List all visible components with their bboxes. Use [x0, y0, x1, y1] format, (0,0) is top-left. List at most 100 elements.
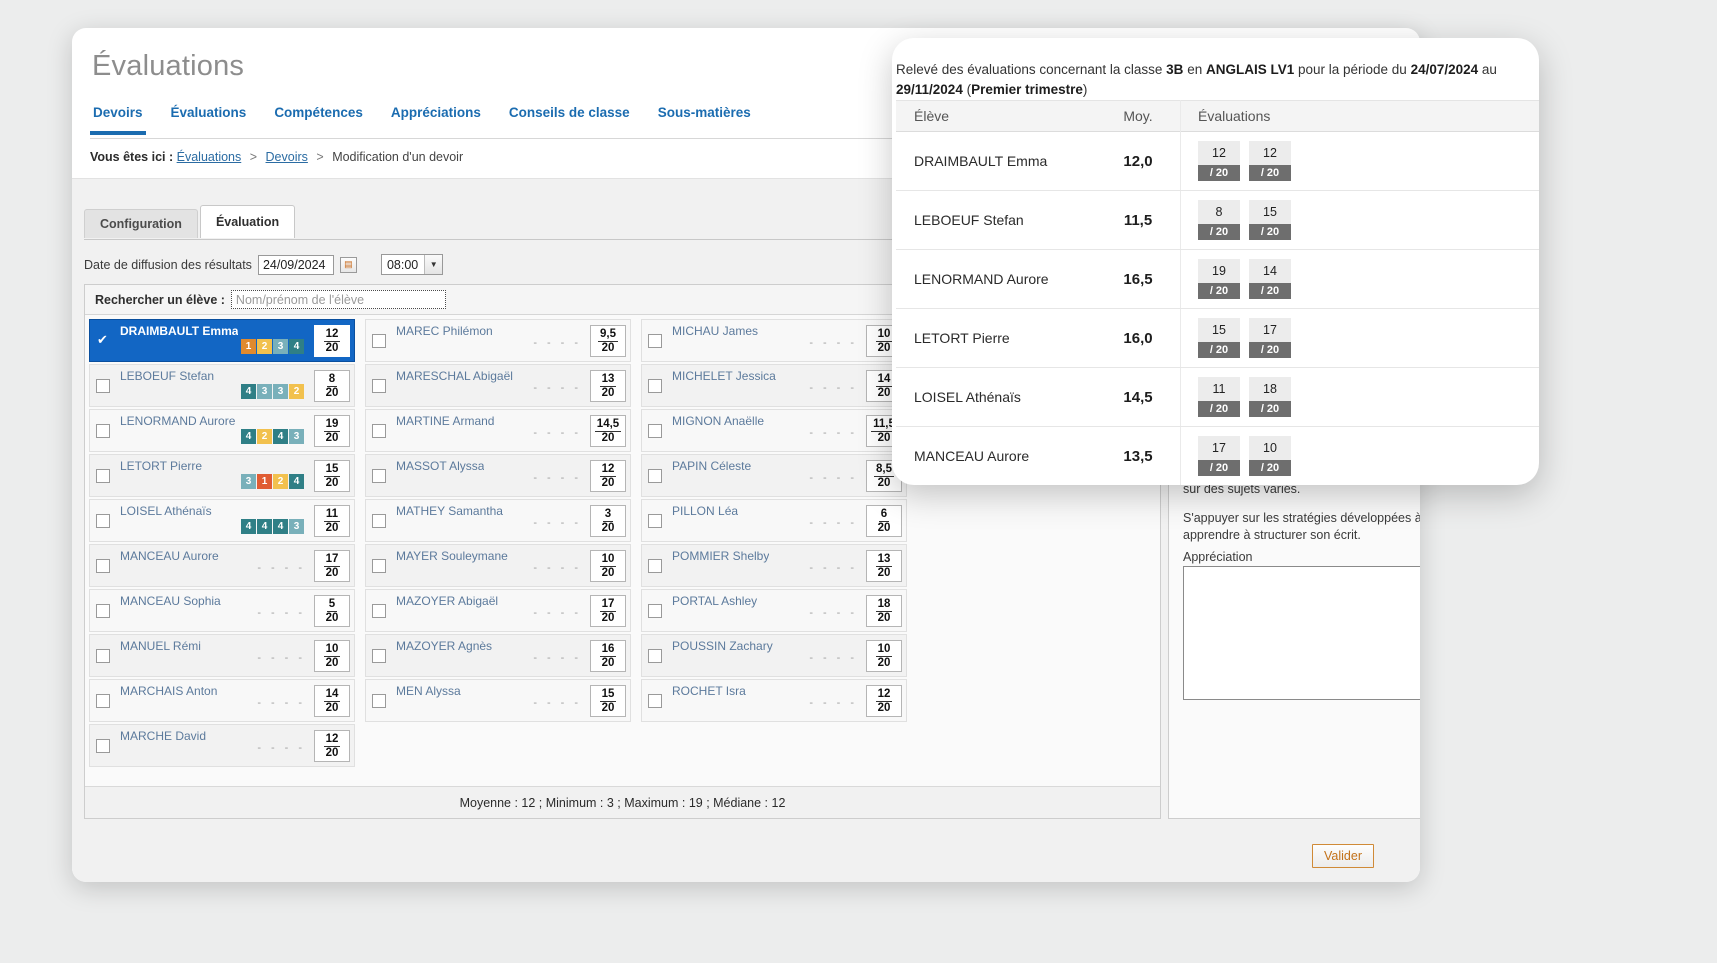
student-grade[interactable]: 10 20 [866, 640, 902, 672]
student-row[interactable]: LETORT Pierre 3 1 2 4 15 20 [89, 454, 355, 497]
student-grade[interactable]: 9,5 20 [590, 325, 626, 357]
student-row[interactable]: MICHAU James - - - -10 20 [641, 319, 907, 362]
student-checkbox[interactable] [648, 558, 662, 573]
overlay-evaluation-score[interactable]: 18/ 20 [1249, 377, 1291, 417]
student-checkbox[interactable] [372, 468, 386, 483]
student-grade[interactable]: 19 20 [314, 415, 350, 447]
student-row[interactable]: DRAIMBAULT Emma12341220 [89, 319, 355, 362]
student-grade[interactable]: 17 20 [314, 550, 350, 582]
student-row[interactable]: MARCHE David - - - -12 20 [89, 724, 355, 767]
student-grade[interactable]: 18 20 [866, 595, 902, 627]
competency-badge[interactable]: 3 [257, 384, 272, 399]
student-checkbox[interactable] [648, 648, 662, 663]
competency-badge[interactable]: 1 [257, 474, 272, 489]
student-grade[interactable]: 17 20 [590, 595, 626, 627]
student-row[interactable]: MAZOYER Agnès - - - -16 20 [365, 634, 631, 677]
nav-item-conseils-de-classe[interactable]: Conseils de classe [506, 103, 633, 131]
student-checkbox[interactable] [648, 468, 662, 483]
student-checkbox[interactable] [648, 333, 662, 348]
student-checkbox[interactable] [372, 513, 386, 528]
overlay-evaluation-score[interactable]: 17/ 20 [1198, 436, 1240, 476]
student-grade[interactable]: 12 20 [314, 730, 350, 762]
student-row[interactable]: POMMIER Shelby - - - -13 20 [641, 544, 907, 587]
student-row[interactable]: PAPIN Céleste - - - -8,5 20 [641, 454, 907, 497]
overlay-evaluation-score[interactable]: 15/ 20 [1249, 200, 1291, 240]
student-grade[interactable]: 8 20 [314, 370, 350, 402]
student-checkbox[interactable] [648, 603, 662, 618]
student-checkbox[interactable] [96, 603, 110, 618]
student-row[interactable]: LOISEL Athénaïs 4 4 4 3 11 20 [89, 499, 355, 542]
student-checkbox[interactable] [96, 648, 110, 663]
overlay-evaluation-score[interactable]: 19/ 20 [1198, 259, 1240, 299]
overlay-evaluation-score[interactable]: 15/ 20 [1198, 318, 1240, 358]
competency-badge[interactable]: 1 [241, 339, 256, 354]
student-checkbox[interactable] [648, 693, 662, 708]
student-row[interactable]: MEN Alyssa - - - -15 20 [365, 679, 631, 722]
student-row[interactable]: MIGNON Anaëlle - - - -11,5 20 [641, 409, 907, 452]
nav-item-appr-ciations[interactable]: Appréciations [388, 103, 484, 131]
student-checkbox[interactable] [372, 693, 386, 708]
student-checkbox[interactable] [96, 693, 110, 708]
overlay-evaluation-score[interactable]: 11/ 20 [1198, 377, 1240, 417]
student-grade[interactable]: 16 20 [590, 640, 626, 672]
student-row[interactable]: PILLON Léa - - - -6 20 [641, 499, 907, 542]
student-row[interactable]: MARCHAIS Anton - - - -14 20 [89, 679, 355, 722]
overlay-evaluation-score[interactable]: 8/ 20 [1198, 200, 1240, 240]
student-grade[interactable]: 10 20 [314, 640, 350, 672]
student-row[interactable]: MASSOT Alyssa - - - -12 20 [365, 454, 631, 497]
student-checkbox[interactable] [96, 332, 110, 348]
competency-badge[interactable]: 4 [257, 519, 272, 534]
student-checkbox[interactable] [372, 648, 386, 663]
student-grade[interactable]: 3 20 [590, 505, 626, 537]
student-row[interactable]: MARESCHAL Abigaël - - - -13 20 [365, 364, 631, 407]
overlay-evaluation-score[interactable]: 10/ 20 [1249, 436, 1291, 476]
student-row[interactable]: MICHELET Jessica - - - -14 20 [641, 364, 907, 407]
student-row[interactable]: MAZOYER Abigaël - - - -17 20 [365, 589, 631, 632]
search-input[interactable] [230, 290, 446, 309]
student-checkbox[interactable] [96, 423, 110, 438]
overlay-student-row[interactable]: LENORMAND Aurore 16,5 19/ 20 14/ 20 [896, 250, 1539, 309]
student-checkbox[interactable] [372, 423, 386, 438]
student-row[interactable]: MAYER Souleymane - - - -10 20 [365, 544, 631, 587]
competency-badge[interactable]: 3 [241, 474, 256, 489]
valider-button[interactable]: Valider [1312, 844, 1374, 868]
student-row[interactable]: MARTINE Armand - - - -14,5 20 [365, 409, 631, 452]
competency-badge[interactable]: 3 [273, 339, 288, 354]
competency-badge[interactable]: 4 [289, 339, 304, 354]
breadcrumb-link-devoirs[interactable]: Devoirs [266, 150, 308, 164]
overlay-student-row[interactable]: DRAIMBAULT Emma 12,0 12/ 20 12/ 20 [896, 132, 1539, 191]
student-checkbox[interactable] [372, 378, 386, 393]
student-checkbox[interactable] [96, 738, 110, 753]
student-checkbox[interactable] [372, 558, 386, 573]
student-grade[interactable]: 13 20 [866, 550, 902, 582]
competency-badge[interactable]: 3 [289, 519, 304, 534]
student-checkbox[interactable] [372, 333, 386, 348]
appreciation-textarea[interactable] [1183, 566, 1420, 700]
student-row[interactable]: MAREC Philémon - - - -9,5 20 [365, 319, 631, 362]
student-checkbox[interactable] [96, 468, 110, 483]
breadcrumb-link-evaluations[interactable]: Évaluations [177, 150, 242, 164]
overlay-student-row[interactable]: LETORT Pierre 16,0 15/ 20 17/ 20 [896, 309, 1539, 368]
student-grade[interactable]: 5 20 [314, 595, 350, 627]
student-checkbox[interactable] [648, 423, 662, 438]
student-row[interactable]: MANCEAU Aurore - - - -17 20 [89, 544, 355, 587]
overlay-evaluation-score[interactable]: 14/ 20 [1249, 259, 1291, 299]
competency-badge[interactable]: 2 [273, 474, 288, 489]
student-grade[interactable]: 12 20 [590, 460, 626, 492]
student-row[interactable]: PORTAL Ashley - - - -18 20 [641, 589, 907, 632]
student-grade[interactable]: 15 20 [314, 460, 350, 492]
overlay-student-row[interactable]: LOISEL Athénaïs 14,5 11/ 20 18/ 20 [896, 368, 1539, 427]
student-grade[interactable]: 10 20 [590, 550, 626, 582]
student-checkbox[interactable] [372, 603, 386, 618]
student-grade[interactable]: 15 20 [590, 685, 626, 717]
student-checkbox[interactable] [96, 378, 110, 393]
overlay-student-row[interactable]: LEBOEUF Stefan 11,5 8/ 20 15/ 20 [896, 191, 1539, 250]
competency-badge[interactable]: 4 [273, 429, 288, 444]
overlay-student-row[interactable]: MANCEAU Aurore 13,5 17/ 20 10/ 20 [896, 427, 1539, 485]
student-row[interactable]: MATHEY Samantha - - - -3 20 [365, 499, 631, 542]
competency-badge[interactable]: 2 [257, 339, 272, 354]
student-row[interactable]: MANUEL Rémi - - - -10 20 [89, 634, 355, 677]
nav-item-devoirs[interactable]: Devoirs [90, 103, 146, 135]
subtab--valuation[interactable]: Évaluation [199, 205, 296, 238]
student-checkbox[interactable] [96, 558, 110, 573]
